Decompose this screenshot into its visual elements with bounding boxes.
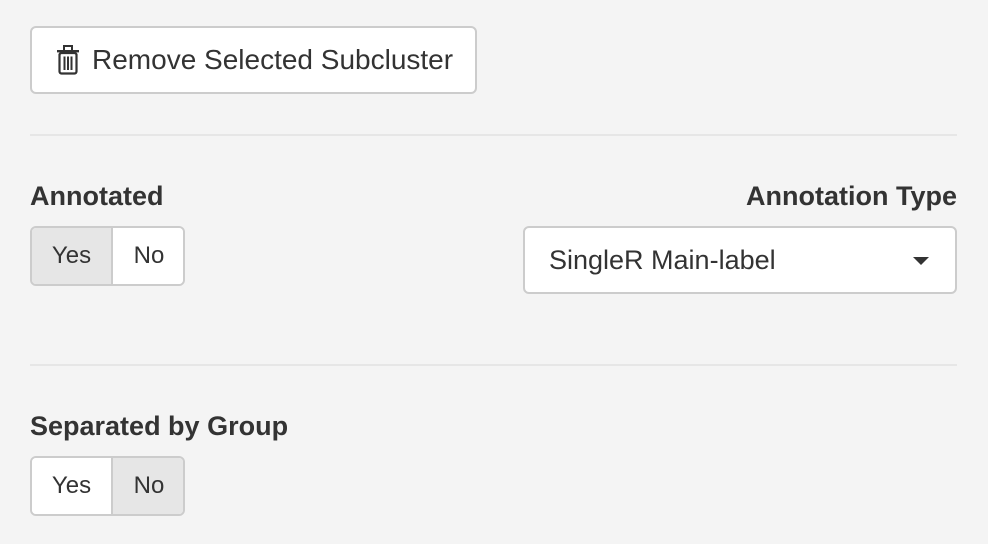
section-divider [30, 134, 957, 136]
separated-by-group-label: Separated by Group [30, 411, 289, 441]
trash-icon [56, 45, 84, 75]
separated-yes-option[interactable]: Yes [32, 458, 113, 514]
annotated-label: Annotated [30, 181, 164, 211]
annotation-type-label: Annotation Type [746, 181, 957, 211]
annotation-type-select[interactable]: SingleR Main-label [523, 226, 957, 294]
remove-button-label: Remove Selected Subcluster [92, 44, 454, 75]
annotated-no-option[interactable]: No [113, 228, 183, 284]
annotated-yes-option[interactable]: Yes [32, 228, 113, 284]
annotated-toggle: Yes No [30, 226, 185, 286]
annotation-type-value: SingleR Main-label [549, 244, 776, 275]
caret-down-icon [913, 257, 929, 265]
remove-selected-subcluster-button[interactable]: Remove Selected Subcluster [30, 26, 477, 94]
section-divider [30, 364, 957, 366]
separated-by-group-toggle: Yes No [30, 456, 185, 516]
separated-no-option[interactable]: No [113, 458, 183, 514]
